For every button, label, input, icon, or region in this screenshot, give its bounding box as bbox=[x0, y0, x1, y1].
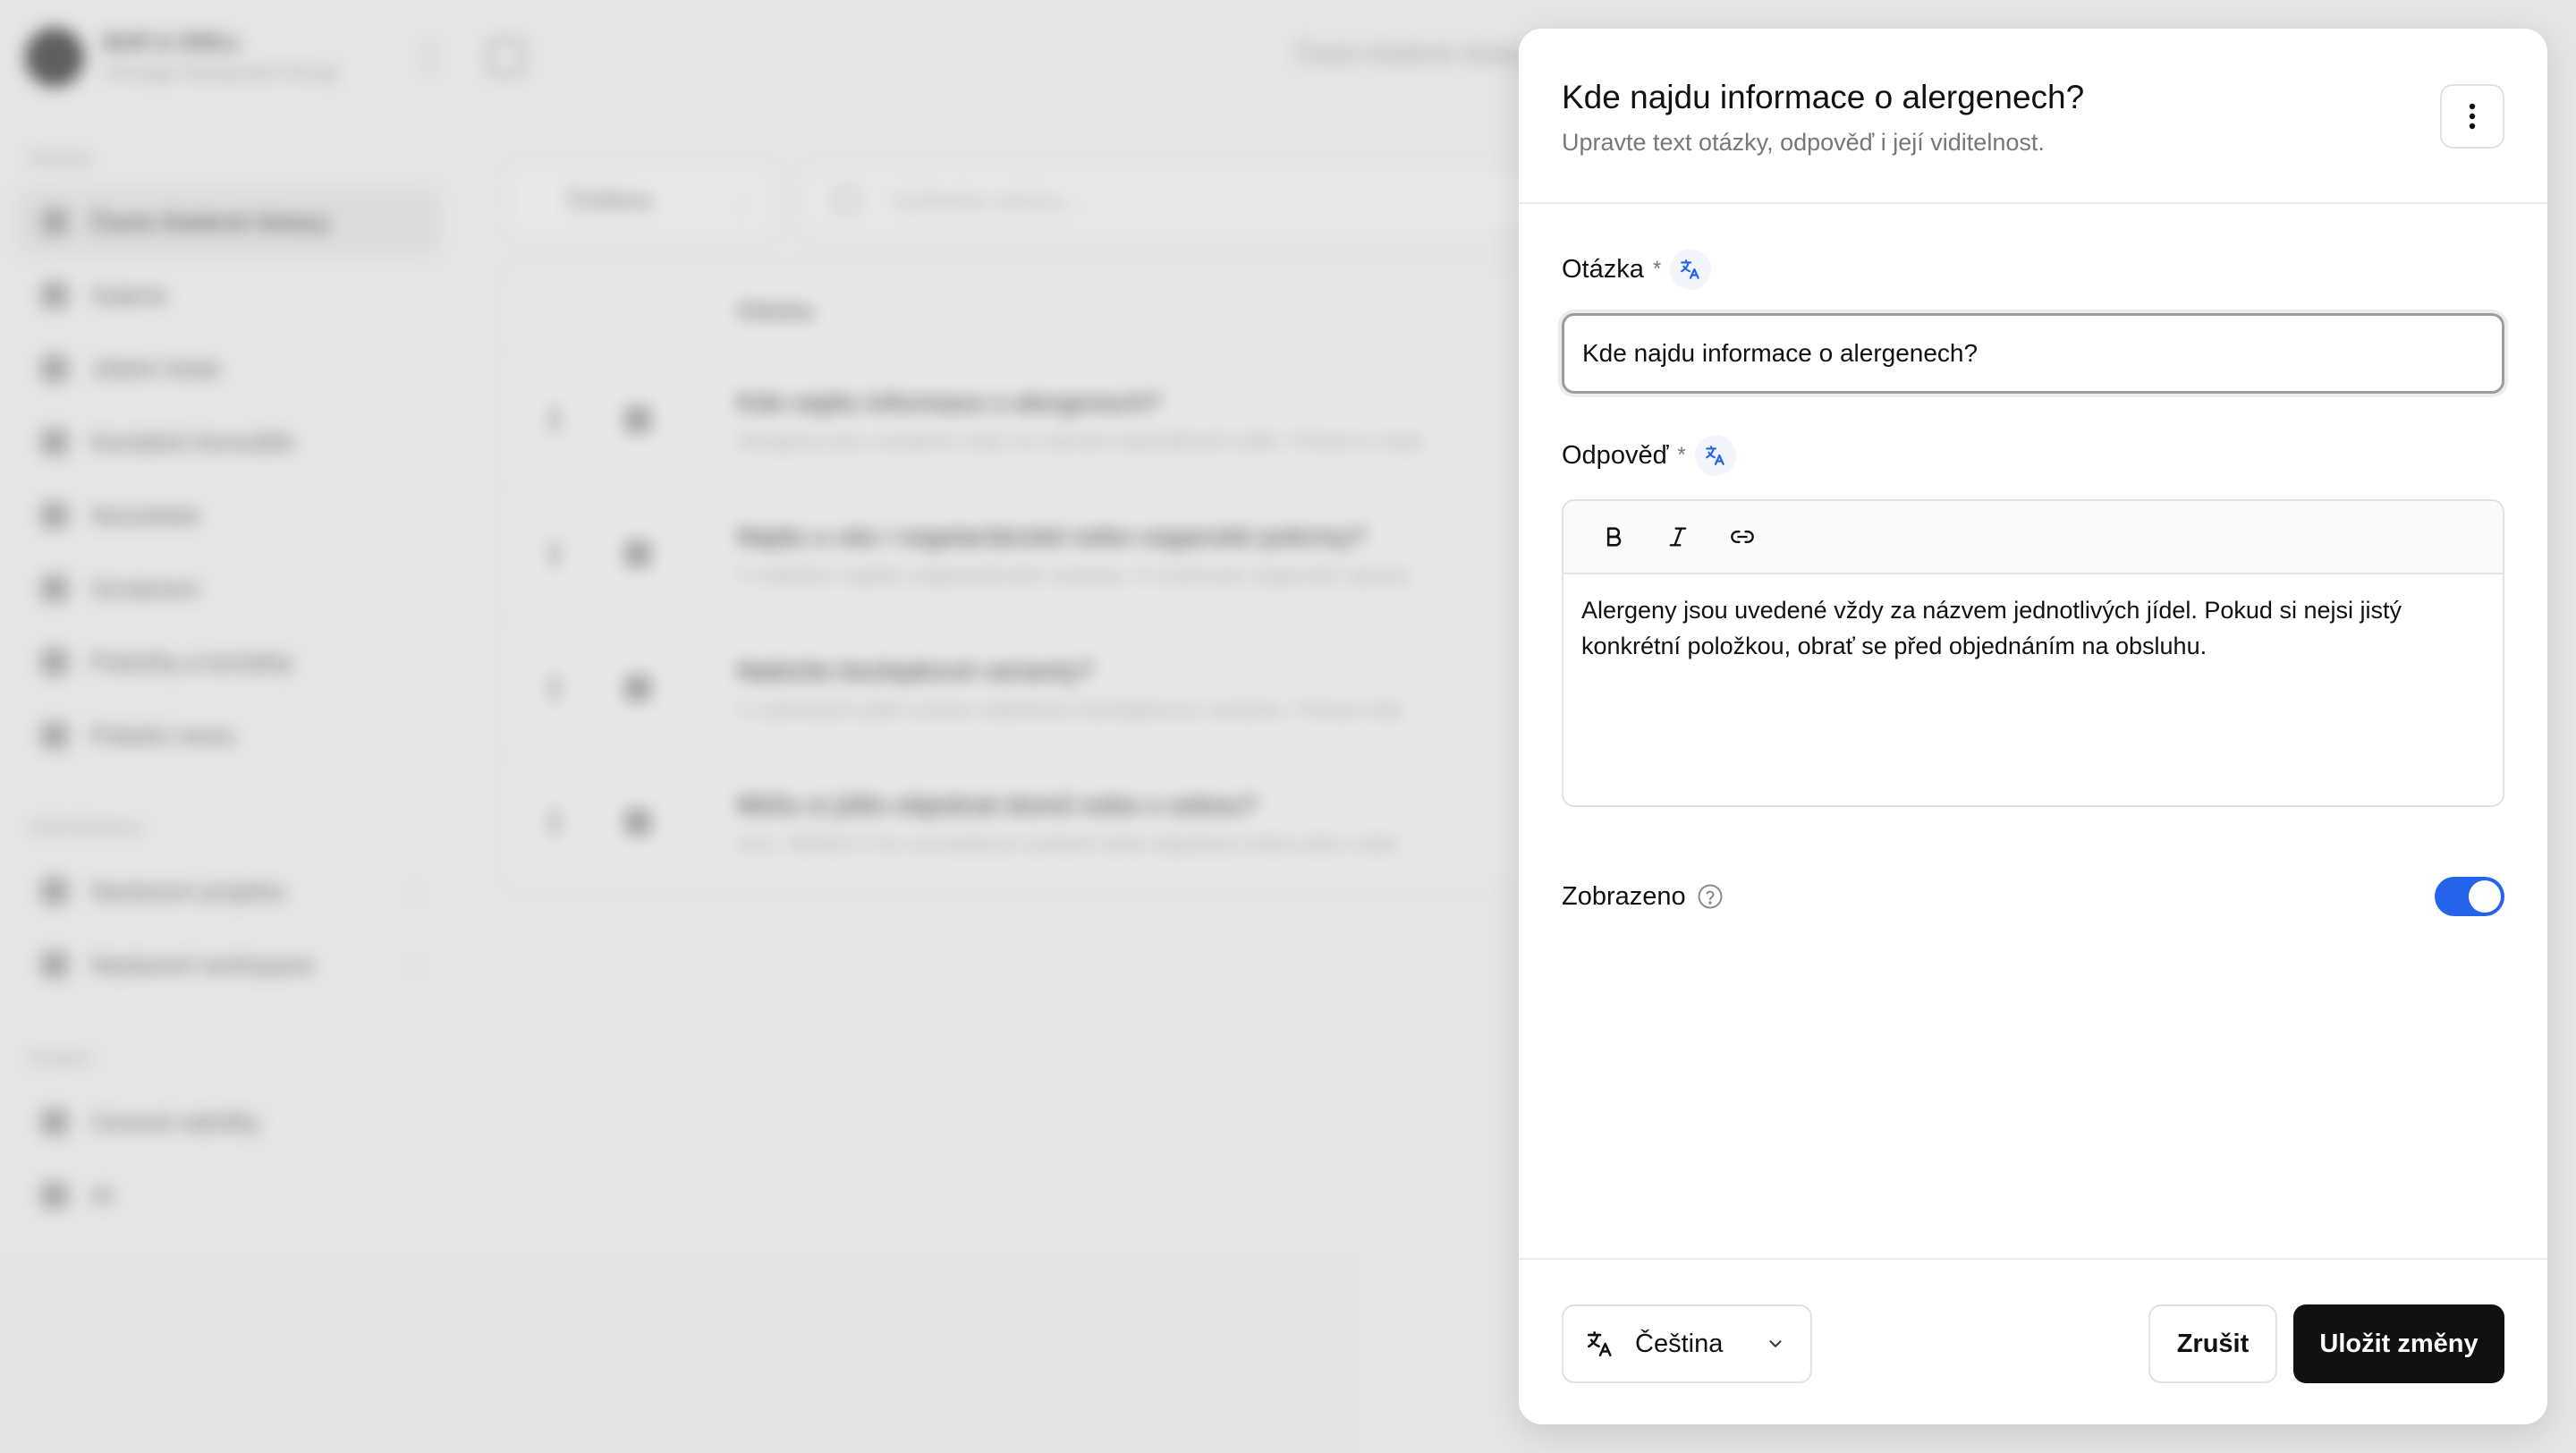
drawer-header: Kde najdu informace o alergenech? Upravt… bbox=[1519, 29, 2547, 204]
translate-icon bbox=[1587, 1330, 1612, 1357]
translate-icon bbox=[1681, 259, 1699, 279]
translate-question-button[interactable] bbox=[1670, 249, 1712, 290]
translate-icon bbox=[1705, 446, 1724, 465]
translate-answer-button[interactable] bbox=[1694, 435, 1736, 476]
drawer-title: Kde najdu informace o alergenech? bbox=[1562, 79, 2085, 115]
chevron-down-icon bbox=[1769, 1340, 1782, 1347]
save-changes-button[interactable]: Uložit změny bbox=[2293, 1304, 2504, 1383]
link-icon bbox=[1731, 531, 1754, 543]
drawer-description: Upravte text otázky, odpověď i její vidi… bbox=[1562, 129, 2045, 156]
required-mark: * bbox=[1677, 443, 1686, 467]
editor-toolbar bbox=[1563, 501, 2503, 574]
italic-icon bbox=[1669, 527, 1687, 547]
more-vertical-icon bbox=[2469, 103, 2476, 130]
shown-label: Zobrazeno bbox=[1562, 881, 1686, 911]
question-input[interactable] bbox=[1562, 313, 2504, 394]
question-label: Otázka * bbox=[1562, 249, 1712, 290]
language-value: Čeština bbox=[1635, 1329, 1724, 1358]
bold-button[interactable] bbox=[1585, 510, 1642, 564]
more-options-button[interactable] bbox=[2440, 84, 2504, 149]
toggle-knob bbox=[2469, 880, 2501, 913]
cancel-button[interactable]: Zrušit bbox=[2148, 1304, 2277, 1383]
edit-faq-drawer: Kde najdu informace o alergenech? Upravt… bbox=[1519, 29, 2547, 1424]
required-mark: * bbox=[1652, 257, 1662, 281]
answer-text[interactable]: Alergeny jsou uvedené vždy za názvem jed… bbox=[1563, 574, 2503, 682]
language-select[interactable]: Čeština bbox=[1562, 1304, 1812, 1383]
link-button[interactable] bbox=[1714, 510, 1771, 564]
help-circle-icon[interactable] bbox=[1697, 883, 1724, 910]
drawer-footer: Čeština Zrušit Uložit změny bbox=[1519, 1258, 2547, 1424]
answer-rich-text-editor: Alergeny jsou uvedené vždy za názvem jed… bbox=[1562, 499, 2504, 807]
visibility-row: Zobrazeno bbox=[1562, 870, 2504, 923]
answer-label: Odpověď * bbox=[1562, 435, 1736, 476]
shown-toggle[interactable] bbox=[2435, 877, 2504, 916]
bold-icon bbox=[1606, 527, 1622, 547]
italic-button[interactable] bbox=[1649, 510, 1707, 564]
